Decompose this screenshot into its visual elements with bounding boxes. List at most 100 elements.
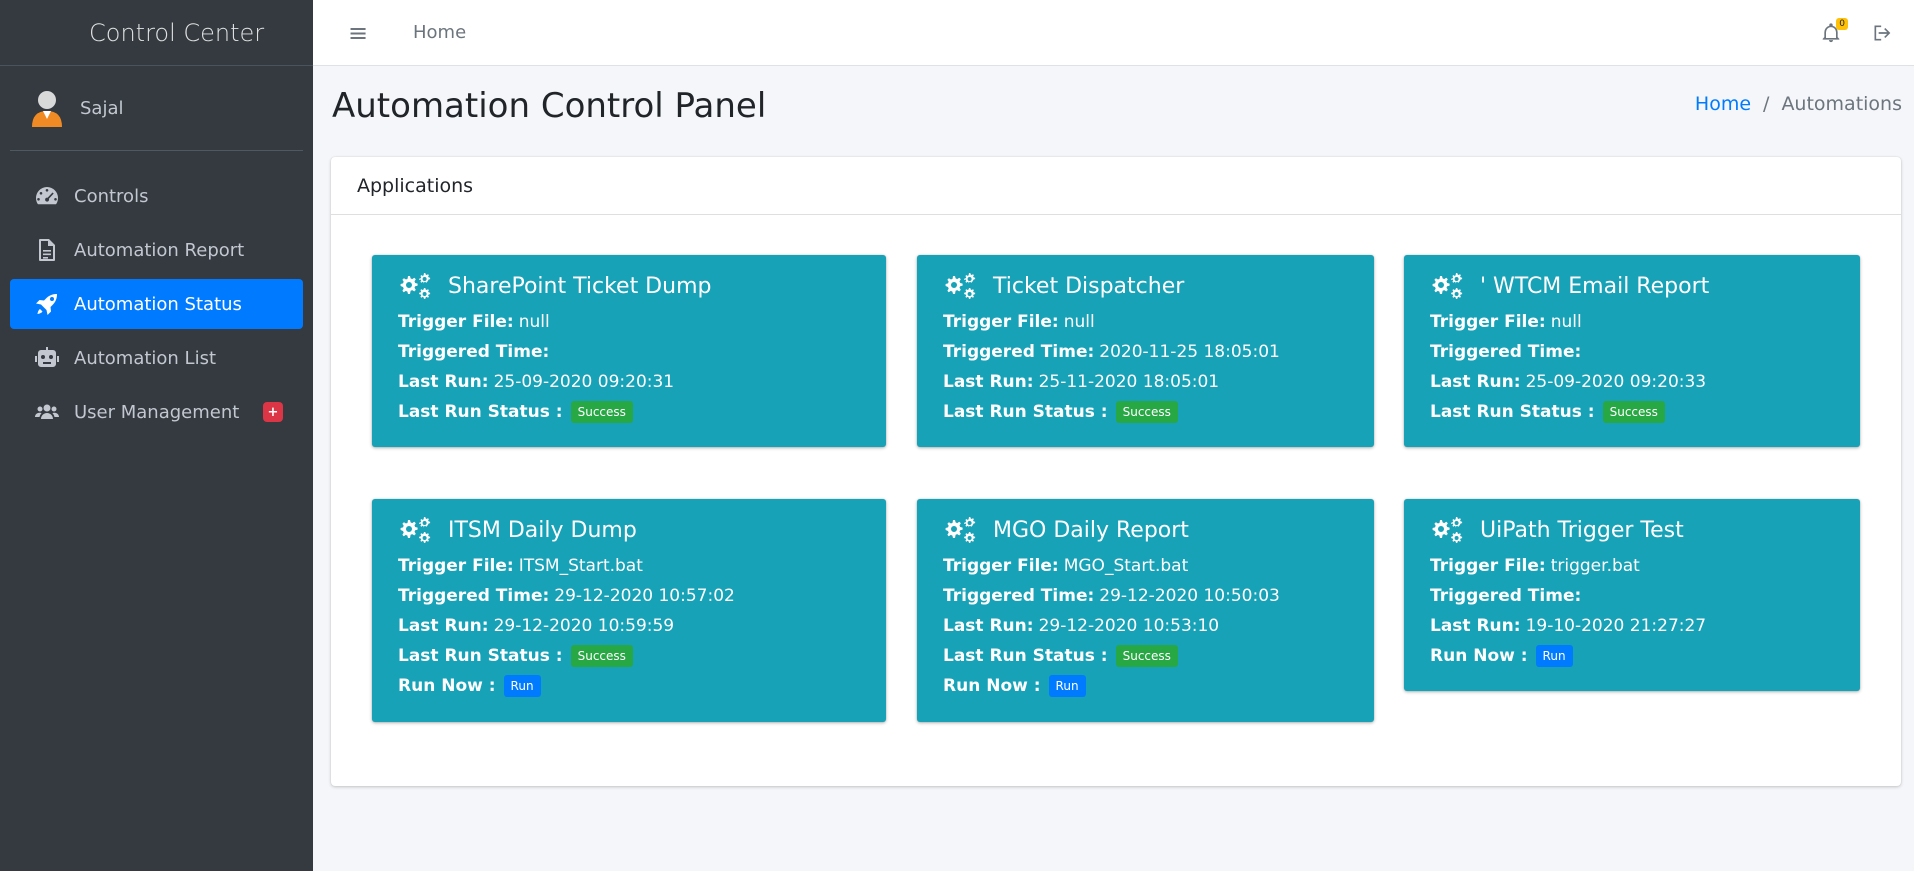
last-run-value: 25-11-2020 18:05:01 <box>1038 372 1220 392</box>
app-title: ITSM Daily Dump <box>448 517 637 543</box>
run-now-row: Run Now : Run <box>1430 641 1860 671</box>
app-box-wtcm-email-report: ' WTCM Email Report Trigger File: null Tr… <box>1404 255 1860 447</box>
cogs-icon <box>398 516 432 544</box>
sidebar-item-controls[interactable]: Controls <box>10 171 303 221</box>
breadcrumb-separator: / <box>1763 93 1770 115</box>
notifications-button[interactable]: 0 <box>1816 18 1848 48</box>
last-run-status-label: Last Run Status : <box>943 646 1108 666</box>
page-title: Automation Control Panel <box>332 86 767 126</box>
trigger-file-row: Trigger File: MGO_Start.bat <box>943 551 1374 581</box>
top-navbar: ≡ Home 0 <box>313 0 1914 66</box>
status-badge: Success <box>1115 645 1178 667</box>
run-button[interactable]: Run <box>1535 645 1573 667</box>
brand[interactable]: Control Center <box>0 0 313 66</box>
run-now-row: Run Now : Run <box>943 671 1374 701</box>
last-run-label: Last Run: <box>1430 372 1521 392</box>
sidebar-item-automation-status[interactable]: Automation Status <box>10 279 303 329</box>
trigger-file-label: Trigger File: <box>943 312 1059 332</box>
app-title: SharePoint Ticket Dump <box>448 273 712 299</box>
triggered-time-value: 29-12-2020 10:57:02 <box>554 586 735 606</box>
run-button[interactable]: Run <box>1048 675 1086 697</box>
users-icon <box>34 399 60 425</box>
last-run-status-row: Last Run Status : Success <box>943 397 1374 427</box>
triggered-time-label: Triggered Time: <box>943 586 1095 606</box>
last-run-status-label: Last Run Status : <box>398 646 563 666</box>
last-run-status-row: Last Run Status : Success <box>1430 397 1860 427</box>
app-title-row: MGO Daily Report <box>943 513 1374 547</box>
brand-logo <box>10 13 80 53</box>
last-run-status-row: Last Run Status : Success <box>398 397 886 427</box>
top-home-link[interactable]: Home <box>413 22 466 43</box>
trigger-file-label: Trigger File: <box>398 556 514 576</box>
triggered-time-value: 29-12-2020 10:50:03 <box>1099 586 1280 606</box>
breadcrumb-home-link[interactable]: Home <box>1695 93 1751 115</box>
sidebar-item-user-management[interactable]: User Management + <box>10 387 303 437</box>
cogs-icon <box>943 272 977 300</box>
triggered-time-row: Triggered Time: 2020-11-25 18:05:01 <box>943 337 1374 367</box>
run-now-label: Run Now : <box>398 676 496 696</box>
last-run-row: Last Run: 25-09-2020 09:20:33 <box>1430 367 1860 397</box>
last-run-status-label: Last Run Status : <box>1430 402 1595 422</box>
app-box-sharepoint-ticket-dump: SharePoint Ticket Dump Trigger File: null… <box>372 255 886 447</box>
run-now-label: Run Now : <box>943 676 1041 696</box>
triggered-time-row: Triggered Time: <box>1430 581 1860 611</box>
last-run-value: 19-10-2020 21:27:27 <box>1525 616 1707 636</box>
trigger-file-label: Trigger File: <box>1430 556 1546 576</box>
last-run-status-row: Last Run Status : Success <box>943 641 1374 671</box>
trigger-file-row: Trigger File: ITSM_Start.bat <box>398 551 886 581</box>
last-run-row: Last Run: 29-12-2020 10:59:59 <box>398 611 886 641</box>
user-panel[interactable]: Sajal <box>10 66 303 151</box>
user-name: Sajal <box>80 97 124 119</box>
run-now-label: Run Now : <box>1430 646 1528 666</box>
last-run-row: Last Run: 19-10-2020 21:27:27 <box>1430 611 1860 641</box>
top-right-controls: 0 <box>1816 0 1894 66</box>
last-run-value: 25-09-2020 09:20:31 <box>493 372 675 392</box>
triggered-time-label: Triggered Time: <box>1430 342 1582 362</box>
run-now-row: Run Now : Run <box>398 671 886 701</box>
triggered-time-row: Triggered Time: 29-12-2020 10:50:03 <box>943 581 1374 611</box>
app-box-itsm-daily-dump: ITSM Daily Dump Trigger File: ITSM_Start.… <box>372 499 886 722</box>
sidebar-item-label: User Management <box>74 401 240 423</box>
applications-card: Applications SharePoint Ticket Dump Trig… <box>331 157 1901 786</box>
app-box-ticket-dispatcher: Ticket Dispatcher Trigger File: null Trig… <box>917 255 1374 447</box>
last-run-row: Last Run: 29-12-2020 10:53:10 <box>943 611 1374 641</box>
sidebar-item-label: Automation List <box>74 347 217 369</box>
status-badge: Success <box>570 645 633 667</box>
triggered-time-label: Triggered Time: <box>398 586 550 606</box>
sidebar-item-label: Automation Report <box>74 239 245 261</box>
logout-button[interactable] <box>1870 21 1894 45</box>
last-run-status-label: Last Run Status : <box>398 402 563 422</box>
last-run-row: Last Run: 25-11-2020 18:05:01 <box>943 367 1374 397</box>
robot-icon <box>34 345 60 371</box>
menu-toggle-icon[interactable]: ≡ <box>343 19 373 47</box>
trigger-file-value: null <box>518 312 550 332</box>
cogs-icon <box>1430 516 1464 544</box>
run-button[interactable]: Run <box>503 675 541 697</box>
app-title-row: Ticket Dispatcher <box>943 269 1374 303</box>
triggered-time-label: Triggered Time: <box>943 342 1095 362</box>
last-run-row: Last Run: 25-09-2020 09:20:31 <box>398 367 886 397</box>
trigger-file-row: Trigger File: trigger.bat <box>1430 551 1860 581</box>
sidebar-item-automation-list[interactable]: Automation List <box>10 333 303 383</box>
trigger-file-row: Trigger File: null <box>1430 307 1860 337</box>
sidebar-item-automation-report[interactable]: Automation Report <box>10 225 303 275</box>
app-title-row: ' WTCM Email Report <box>1430 269 1860 303</box>
triggered-time-row: Triggered Time: <box>398 337 886 367</box>
cogs-icon <box>943 516 977 544</box>
sidebar-nav: Controls Automation Report Automation St… <box>0 171 313 437</box>
trigger-file-value: null <box>1550 312 1582 332</box>
notification-count-badge: 0 <box>1836 18 1848 30</box>
last-run-status-row: Last Run Status : Success <box>398 641 886 671</box>
trigger-file-row: Trigger File: null <box>943 307 1374 337</box>
brand-title: Control Center <box>89 18 265 47</box>
last-run-label: Last Run: <box>1430 616 1521 636</box>
app-title: ' WTCM Email Report <box>1480 273 1710 299</box>
triggered-time-label: Triggered Time: <box>1430 586 1582 606</box>
trigger-file-label: Trigger File: <box>1430 312 1546 332</box>
sidebar-item-label: Controls <box>74 185 149 207</box>
app-title-row: ITSM Daily Dump <box>398 513 886 547</box>
status-badge: Success <box>570 401 633 423</box>
last-run-value: 29-12-2020 10:59:59 <box>493 616 675 636</box>
logout-icon <box>1874 25 1891 41</box>
last-run-status-label: Last Run Status : <box>943 402 1108 422</box>
